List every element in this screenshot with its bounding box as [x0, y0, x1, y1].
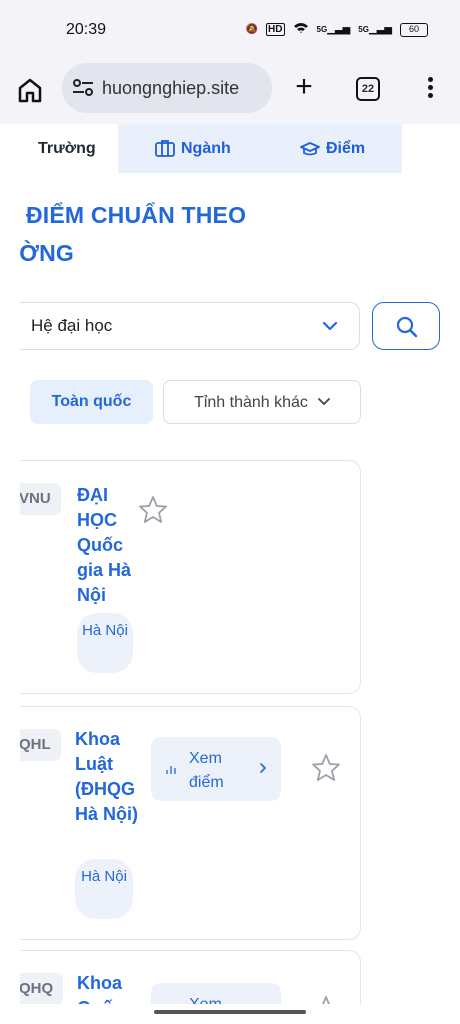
briefcase-icon	[155, 140, 175, 157]
university-name[interactable]: Khoa Quốc	[77, 971, 141, 1004]
signal-icon: 5G▁▃▅	[316, 24, 351, 35]
university-code: QHL	[20, 729, 61, 761]
hd-icon: HD	[266, 23, 285, 36]
tab-school-label: Trường	[38, 140, 96, 157]
university-code: VNU	[20, 483, 61, 515]
star-icon[interactable]	[138, 495, 168, 525]
page-content: Trường Ngành Điểm M ĐIỂM CHUẨN THEO ƯỜNG…	[20, 124, 440, 1004]
mute-icon: 🔕	[245, 24, 259, 35]
page-title-line2: ƯỜNG	[20, 240, 75, 266]
home-icon	[18, 78, 42, 103]
chevron-right-icon	[260, 763, 267, 773]
browser-menu-button[interactable]	[420, 74, 440, 104]
view-score-label: Xem	[189, 993, 239, 1004]
network-label: 5G	[358, 25, 369, 34]
tab-major-label: Ngành	[181, 140, 231, 157]
university-name[interactable]: Khoa Luật (ĐHQG Hà Nội)	[75, 727, 139, 827]
view-score-button[interactable]: Xem	[151, 983, 281, 1004]
university-card[interactable]: QHQ Khoa Quốc Xem	[20, 950, 361, 1004]
education-system-value: Hệ đại học	[31, 316, 113, 335]
search-icon	[396, 316, 418, 338]
star-icon[interactable]	[311, 753, 341, 783]
network-label: 5G	[316, 25, 328, 34]
new-tab-button[interactable]: +	[289, 72, 319, 103]
tab-score-label: Điểm	[326, 140, 366, 157]
status-time: 20:39	[66, 21, 107, 38]
signal-icon-2: 5G▁▃▅	[358, 24, 392, 35]
bar-chart-icon	[166, 766, 176, 774]
university-card[interactable]: QHL Khoa Luật (ĐHQG Hà Nội) Hà Nội Xem đ…	[20, 706, 361, 940]
region-other-dropdown[interactable]: Tỉnh thành khác	[163, 380, 361, 424]
region-other-label: Tỉnh thành khác	[194, 394, 308, 411]
site-settings-icon[interactable]	[72, 78, 94, 98]
region-all-chip[interactable]: Toàn quốc	[30, 380, 153, 424]
education-system-select[interactable]: Hệ đại học	[20, 302, 360, 350]
chevron-down-icon	[322, 321, 338, 331]
address-bar[interactable]: huongnghiep.site	[62, 63, 272, 113]
gesture-bar[interactable]	[154, 1010, 306, 1014]
home-button[interactable]	[14, 74, 46, 106]
url-text[interactable]: huongnghiep.site	[102, 78, 239, 99]
tab-major[interactable]: Ngành	[155, 124, 231, 173]
view-score-label: Xem điểm	[189, 750, 224, 791]
page-title: M ĐIỂM CHUẨN THEO ƯỜNG	[20, 196, 400, 272]
category-tabs: Trường Ngành Điểm	[20, 124, 402, 173]
tab-school[interactable]: Trường	[20, 124, 118, 173]
search-button[interactable]	[372, 302, 440, 350]
browser-toolbar: huongnghiep.site + 22	[0, 60, 460, 124]
tab-score[interactable]: Điểm	[300, 124, 365, 173]
star-icon[interactable]	[311, 995, 341, 1004]
status-icons: 🔕 HD 5G▁▃▅ 5G▁▃▅ 60	[246, 22, 428, 37]
wifi-icon	[293, 22, 309, 37]
graduation-cap-icon	[300, 142, 320, 156]
university-card[interactable]: VNU ĐẠI HỌC Quốc gia Hà Nội Hà Nội	[20, 460, 361, 694]
view-score-button[interactable]: Xem điểm	[151, 737, 281, 801]
battery-icon: 60	[400, 22, 428, 37]
chevron-down-icon	[318, 398, 330, 406]
location-badge: Hà Nội	[77, 613, 133, 673]
university-code: QHQ	[20, 973, 64, 1004]
university-name[interactable]: ĐẠI HỌC Quốc gia Hà Nội	[77, 483, 141, 608]
status-bar: 20:39 🔕 HD 5G▁▃▅ 5G▁▃▅ 60	[0, 0, 460, 60]
tab-switcher-button[interactable]: 22	[356, 77, 380, 101]
location-badge: Hà Nội	[75, 859, 133, 919]
page-title-line1: M ĐIỂM CHUẨN THEO	[20, 202, 247, 228]
